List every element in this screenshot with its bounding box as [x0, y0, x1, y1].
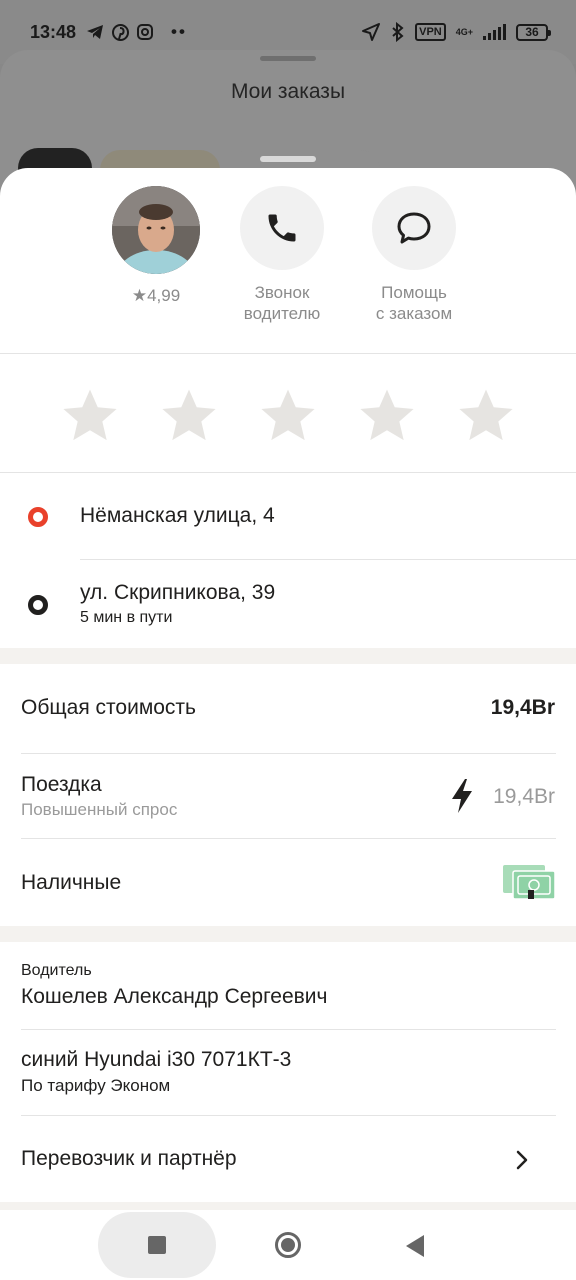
driver-avatar[interactable] — [112, 186, 200, 274]
carrier-partner-label: Перевозчик и партнёр — [21, 1147, 237, 1170]
divider — [21, 1029, 556, 1030]
lightning-icon — [452, 779, 472, 813]
order-details-sheet: ★4,99 Звонок водителю Помощь с заказом Н… — [0, 168, 576, 1280]
call-driver-label: Звонок водителю — [243, 283, 321, 323]
destination-dot-icon — [28, 595, 48, 615]
signal-icon — [483, 24, 506, 40]
chat-bubble-icon — [397, 212, 431, 244]
system-nav-bar — [0, 1210, 576, 1280]
orders-title: Мои заказы — [230, 80, 346, 103]
call-driver-button[interactable]: Звонок водителю — [207, 186, 357, 324]
driver-photo — [112, 186, 200, 274]
total-cost-value: 19,4Br — [490, 696, 555, 719]
instagram-icon — [137, 24, 154, 40]
rate-star-4-icon[interactable] — [358, 386, 416, 444]
driver-caption: Водитель — [21, 962, 92, 979]
recents-button[interactable] — [148, 1236, 166, 1254]
battery-icon: 36 — [516, 23, 551, 41]
divider — [21, 753, 556, 754]
section-gap — [0, 648, 576, 664]
pinterest-icon — [112, 23, 130, 41]
divider — [0, 472, 576, 473]
background-sheet-handle — [260, 56, 316, 61]
rate-star-1-icon[interactable] — [61, 386, 119, 444]
divider — [80, 559, 576, 560]
back-button[interactable] — [406, 1235, 424, 1257]
trip-surge-label: Повышенный спрос — [21, 800, 178, 819]
rate-star-5-icon[interactable] — [457, 386, 515, 444]
car-info: синий Hyundai i30 7071КТ-3 — [21, 1048, 292, 1071]
order-help-label: Помощь с заказом — [375, 283, 453, 323]
location-icon — [362, 23, 381, 41]
origin-address: Нёманская улица, 4 — [80, 504, 275, 527]
status-right: VPN 4G+ 36 — [361, 22, 551, 42]
status-time: 13:48 — [30, 21, 77, 42]
star-icon: ★ — [131, 286, 148, 305]
origin-dot-icon — [28, 507, 48, 527]
trip-label: Поездка — [21, 773, 102, 796]
telegram-icon — [87, 25, 104, 39]
divider — [0, 353, 576, 354]
carrier-partner-row[interactable]: Перевозчик и партнёр — [0, 1116, 576, 1202]
order-help-button[interactable]: Помощь с заказом — [339, 186, 489, 324]
trip-cost-value: 19,4Br — [493, 785, 555, 808]
chevron-right-icon — [516, 1150, 528, 1170]
bluetooth-icon — [392, 22, 404, 42]
vpn-badge: VPN — [415, 23, 446, 41]
destination-address: ул. Скрипникова, 39 — [80, 581, 276, 604]
divider — [21, 838, 556, 839]
trip-duration: 5 мин в пути — [80, 609, 173, 626]
sheet-drag-handle[interactable] — [260, 156, 316, 162]
driver-rating-value: 4,99 — [147, 286, 181, 305]
rate-star-2-icon[interactable] — [160, 386, 218, 444]
tariff-info: По тарифу Эконом — [21, 1076, 171, 1095]
network-type: 4G+ — [455, 27, 473, 37]
call-driver-circle[interactable] — [240, 186, 324, 270]
cash-icon — [503, 865, 556, 900]
rate-trip-stars — [0, 386, 576, 444]
phone-icon — [268, 214, 296, 242]
total-cost-label: Общая стоимость — [21, 696, 196, 719]
more-notifications-icon: •• — [171, 22, 187, 41]
driver-actions: ★4,99 Звонок водителю Помощь с заказом — [0, 168, 576, 353]
section-gap — [0, 926, 576, 942]
order-help-circle[interactable] — [372, 186, 456, 270]
home-button[interactable] — [275, 1232, 301, 1258]
payment-method-label: Наличные — [21, 871, 122, 894]
status-left: 13:48 •• — [30, 22, 187, 43]
driver-name: Кошелев Александр Сергеевич — [21, 985, 328, 1008]
rate-star-3-icon[interactable] — [259, 386, 317, 444]
